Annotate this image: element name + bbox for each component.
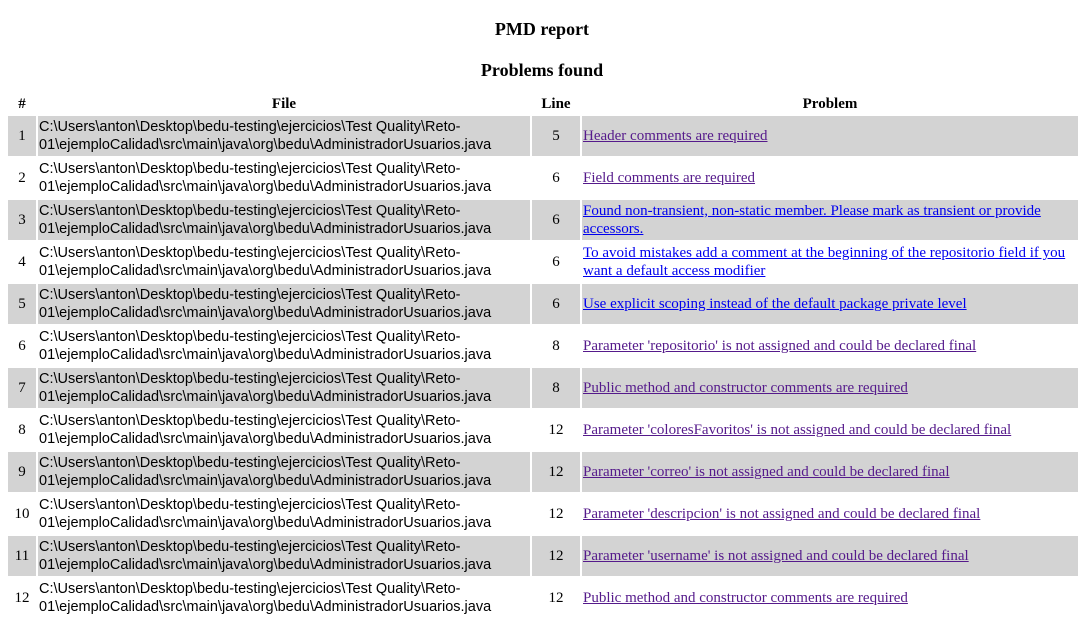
file-path: C:\Users\anton\Desktop\bedu-testing\ejer… — [38, 284, 530, 324]
table-header-row: # File Line Problem — [8, 94, 1078, 114]
column-header-num: # — [18, 95, 26, 112]
row-number: 8 — [8, 410, 36, 450]
table-row: 10 C:\Users\anton\Desktop\bedu-testing\ej… — [8, 494, 1078, 534]
problem-link[interactable]: Parameter 'coloresFavoritos' is not assi… — [583, 422, 1011, 438]
file-path: C:\Users\anton\Desktop\bedu-testing\ejer… — [38, 368, 530, 408]
problem-link[interactable]: Use explicit scoping instead of the defa… — [583, 296, 967, 312]
line-number: 12 — [532, 578, 580, 618]
file-path: C:\Users\anton\Desktop\bedu-testing\ejer… — [38, 410, 530, 450]
file-path: C:\Users\anton\Desktop\bedu-testing\ejer… — [38, 242, 530, 282]
row-number: 3 — [8, 200, 36, 240]
table-row: 6 C:\Users\anton\Desktop\bedu-testing\eje… — [8, 326, 1078, 366]
problem-cell: Parameter 'repositorio' is not assigned … — [582, 326, 1078, 366]
table-row: 7 C:\Users\anton\Desktop\bedu-testing\eje… — [8, 368, 1078, 408]
column-header-problem: Problem — [802, 95, 858, 112]
row-number: 12 — [8, 578, 36, 618]
problem-link[interactable]: Field comments are required — [583, 170, 755, 186]
problem-link[interactable]: To avoid mistakes add a comment at the b… — [583, 245, 1065, 279]
file-path: C:\Users\anton\Desktop\bedu-testing\ejer… — [38, 116, 530, 156]
problem-cell: Header comments are required — [582, 116, 1078, 156]
table-row: 4 C:\Users\anton\Desktop\bedu-testing\eje… — [8, 242, 1078, 282]
line-number: 6 — [532, 284, 580, 324]
line-number: 6 — [532, 200, 580, 240]
problem-cell: To avoid mistakes add a comment at the b… — [582, 242, 1078, 282]
problem-link[interactable]: Header comments are required — [583, 128, 768, 144]
line-number: 8 — [532, 326, 580, 366]
problem-cell: Public method and constructor comments a… — [582, 368, 1078, 408]
column-header-file: File — [271, 95, 297, 112]
file-path: C:\Users\anton\Desktop\bedu-testing\ejer… — [38, 326, 530, 366]
table-row: 11 C:\Users\anton\Desktop\bedu-testing\ej… — [8, 536, 1078, 576]
problem-cell: Parameter 'username' is not assigned and… — [582, 536, 1078, 576]
file-path: C:\Users\anton\Desktop\bedu-testing\ejer… — [38, 494, 530, 534]
row-number: 4 — [8, 242, 36, 282]
problem-cell: Field comments are required — [582, 158, 1078, 198]
row-number: 5 — [8, 284, 36, 324]
problem-cell: Found non-transient, non-static member. … — [582, 200, 1078, 240]
problem-link[interactable]: Found non-transient, non-static member. … — [583, 203, 1041, 237]
line-number: 12 — [532, 494, 580, 534]
problem-link[interactable]: Parameter 'repositorio' is not assigned … — [583, 338, 976, 354]
table-row: 12 C:\Users\anton\Desktop\bedu-testing\ej… — [8, 578, 1078, 618]
file-path: C:\Users\anton\Desktop\bedu-testing\ejer… — [38, 578, 530, 618]
report-title: PMD report — [494, 19, 590, 39]
problem-link[interactable]: Public method and constructor comments a… — [583, 380, 908, 396]
problem-cell: Parameter 'coloresFavoritos' is not assi… — [582, 410, 1078, 450]
file-path: C:\Users\anton\Desktop\bedu-testing\ejer… — [38, 452, 530, 492]
problems-table-body: 1 C:\Users\anton\Desktop\bedu-testing\eje… — [8, 116, 1078, 618]
problem-cell: Use explicit scoping instead of the defa… — [582, 284, 1078, 324]
line-number: 5 — [532, 116, 580, 156]
line-number: 12 — [532, 410, 580, 450]
row-number: 11 — [8, 536, 36, 576]
table-row: 1 C:\Users\anton\Desktop\bedu-testing\eje… — [8, 116, 1078, 156]
row-number: 2 — [8, 158, 36, 198]
line-number: 8 — [532, 368, 580, 408]
column-header-line: Line — [541, 95, 571, 112]
row-number: 1 — [8, 116, 36, 156]
line-number: 12 — [532, 536, 580, 576]
problem-link[interactable]: Public method and constructor comments a… — [583, 590, 908, 606]
row-number: 7 — [8, 368, 36, 408]
row-number: 10 — [8, 494, 36, 534]
problem-link[interactable]: Parameter 'descripcion' is not assigned … — [583, 506, 980, 522]
table-row: 3 C:\Users\anton\Desktop\bedu-testing\eje… — [8, 200, 1078, 240]
file-path: C:\Users\anton\Desktop\bedu-testing\ejer… — [38, 158, 530, 198]
file-path: C:\Users\anton\Desktop\bedu-testing\ejer… — [38, 200, 530, 240]
table-row: 8 C:\Users\anton\Desktop\bedu-testing\eje… — [8, 410, 1078, 450]
problems-table: # File Line Problem 1 C:\Users\anton\Desk… — [6, 92, 1080, 620]
problem-link[interactable]: Parameter 'correo' is not assigned and c… — [583, 464, 950, 480]
line-number: 6 — [532, 242, 580, 282]
file-path: C:\Users\anton\Desktop\bedu-testing\ejer… — [38, 536, 530, 576]
problem-cell: Parameter 'correo' is not assigned and c… — [582, 452, 1078, 492]
line-number: 6 — [532, 158, 580, 198]
table-row: 9 C:\Users\anton\Desktop\bedu-testing\eje… — [8, 452, 1078, 492]
table-row: 2 C:\Users\anton\Desktop\bedu-testing\eje… — [8, 158, 1078, 198]
table-row: 5 C:\Users\anton\Desktop\bedu-testing\eje… — [8, 284, 1078, 324]
line-number: 12 — [532, 452, 580, 492]
row-number: 6 — [8, 326, 36, 366]
problem-link[interactable]: Parameter 'username' is not assigned and… — [583, 548, 969, 564]
section-title: Problems found — [480, 60, 604, 80]
problem-cell: Parameter 'descripcion' is not assigned … — [582, 494, 1078, 534]
row-number: 9 — [8, 452, 36, 492]
problem-cell: Public method and constructor comments a… — [582, 578, 1078, 618]
